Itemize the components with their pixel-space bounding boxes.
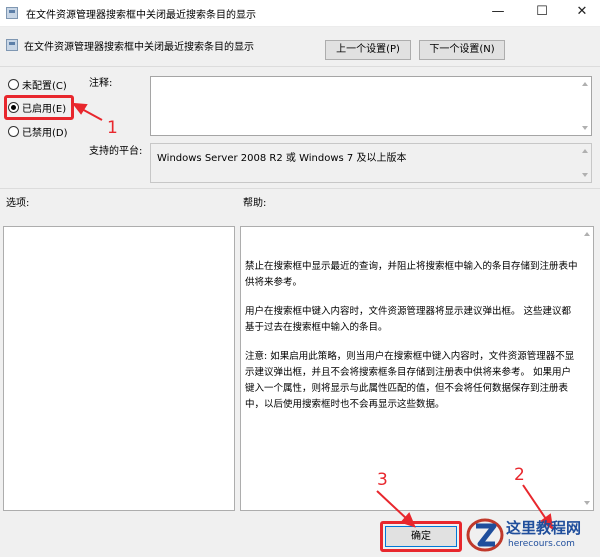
annotation-arrows (71, 102, 554, 531)
annotation-number-2: 2 (514, 465, 525, 485)
watermark-url: herecours.com (508, 539, 575, 549)
arrow-1-head (71, 102, 88, 115)
watermark-logo-icon (466, 518, 504, 552)
watermark-text: 这里教程网 (506, 519, 582, 537)
annotation-number-3: 3 (377, 470, 388, 490)
annotation-number-1: 1 (107, 118, 118, 138)
arrow-3-line (376, 490, 409, 521)
watermark: 这里教程网 herecours.com (466, 515, 598, 555)
